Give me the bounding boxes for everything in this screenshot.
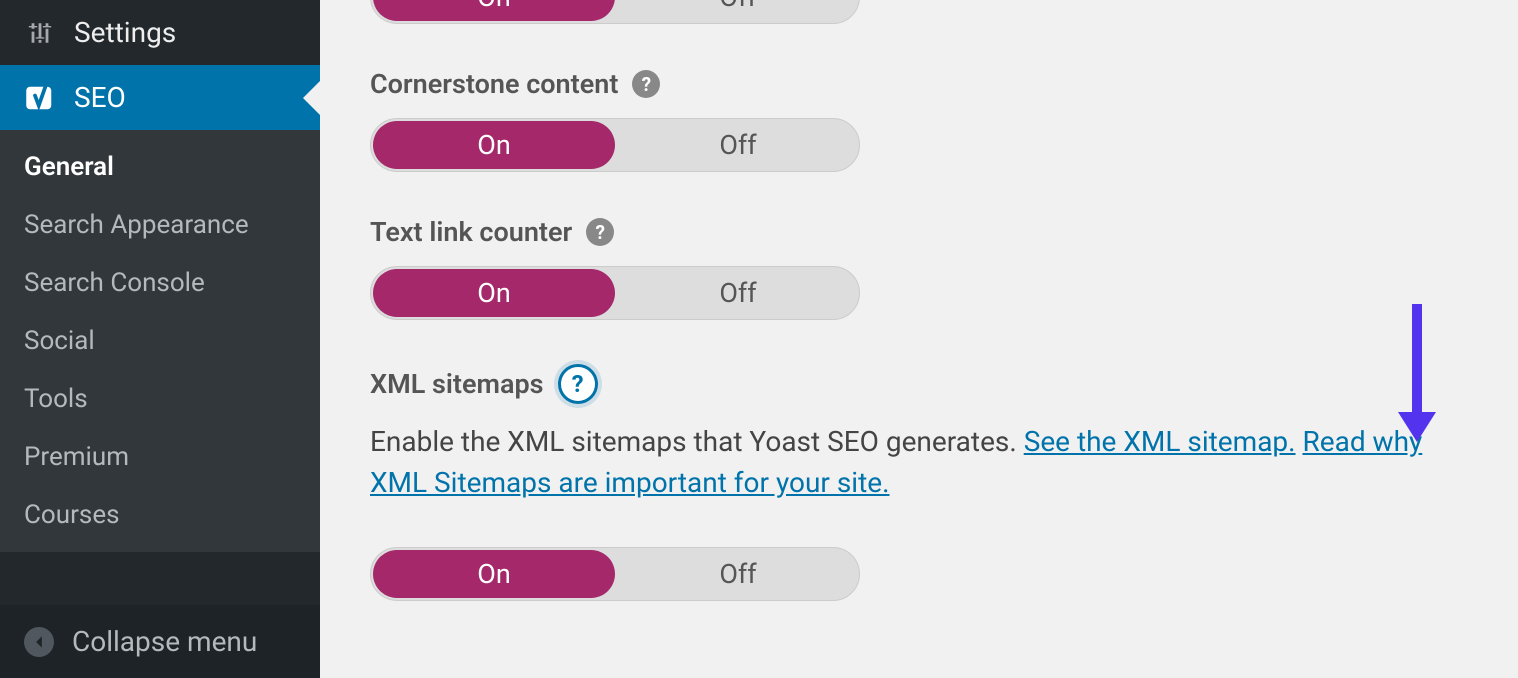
toggle-off[interactable]: Off — [617, 0, 859, 23]
section-header: Text link counter ? — [370, 216, 1468, 248]
sidebar-item-seo[interactable]: SEO — [0, 65, 320, 130]
section-title: Cornerstone content — [370, 68, 618, 100]
desc-text: Enable the XML sitemaps that Yoast SEO g… — [370, 425, 1024, 458]
seo-submenu: General Search Appearance Search Console… — [0, 130, 320, 552]
toggle-off[interactable]: Off — [617, 548, 859, 600]
help-icon[interactable]: ? — [632, 70, 660, 98]
section-header: XML sitemaps ? — [370, 364, 1468, 404]
section-xml-sitemaps: XML sitemaps ? Enable the XML sitemaps t… — [370, 364, 1468, 601]
toggle-off[interactable]: Off — [617, 267, 859, 319]
submenu-item-premium[interactable]: Premium — [0, 428, 320, 486]
toggle-xml[interactable]: On Off — [370, 547, 860, 601]
section-header: Cornerstone content ? — [370, 68, 1468, 100]
collapse-menu-button[interactable]: Collapse menu — [0, 605, 320, 678]
toggle-on[interactable]: On — [373, 269, 615, 317]
toggle-on[interactable]: On — [373, 550, 615, 598]
submenu-item-search-console[interactable]: Search Console — [0, 254, 320, 312]
yoast-icon — [24, 82, 56, 114]
section-textlink: Text link counter ? On Off — [370, 216, 1468, 320]
submenu-item-tools[interactable]: Tools — [0, 370, 320, 428]
section-top-toggle: On Off — [370, 0, 1468, 24]
admin-sidebar: Settings SEO General Search Appearance S… — [0, 0, 320, 678]
sidebar-item-label: Settings — [74, 16, 176, 49]
submenu-item-general[interactable]: General — [0, 138, 320, 196]
xml-description: Enable the XML sitemaps that Yoast SEO g… — [370, 422, 1460, 503]
see-xml-sitemap-link[interactable]: See the XML sitemap. — [1024, 425, 1296, 458]
submenu-item-search-appearance[interactable]: Search Appearance — [0, 196, 320, 254]
collapse-label: Collapse menu — [72, 625, 257, 658]
main-content: On Off Cornerstone content ? On Off Text… — [320, 0, 1518, 678]
help-icon[interactable]: ? — [558, 364, 598, 404]
sidebar-item-label: SEO — [74, 81, 126, 114]
submenu-item-courses[interactable]: Courses — [0, 486, 320, 544]
help-icon[interactable]: ? — [586, 218, 614, 246]
collapse-icon — [24, 627, 54, 657]
toggle-on[interactable]: On — [373, 0, 615, 21]
toggle-top[interactable]: On Off — [370, 0, 860, 24]
annotation-arrow — [1412, 304, 1422, 414]
toggle-textlink[interactable]: On Off — [370, 266, 860, 320]
toggle-on[interactable]: On — [373, 121, 615, 169]
section-cornerstone: Cornerstone content ? On Off — [370, 68, 1468, 172]
sidebar-item-settings[interactable]: Settings — [0, 0, 320, 65]
settings-icon — [24, 17, 56, 49]
toggle-cornerstone[interactable]: On Off — [370, 118, 860, 172]
toggle-off[interactable]: Off — [617, 119, 859, 171]
section-title: XML sitemaps — [370, 368, 544, 400]
submenu-item-social[interactable]: Social — [0, 312, 320, 370]
section-title: Text link counter — [370, 216, 572, 248]
